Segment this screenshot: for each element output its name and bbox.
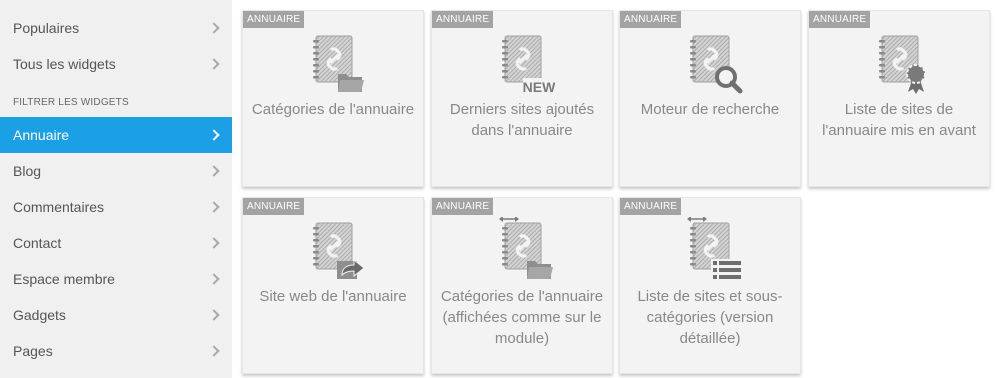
chevron-right-icon bbox=[208, 273, 220, 285]
sidebar-item-label: Espace membre bbox=[13, 271, 115, 287]
sidebar-item-label: Contact bbox=[13, 235, 62, 251]
category-badge: ANNUAIRE bbox=[243, 198, 305, 215]
sidebar-item-label: Blog bbox=[13, 163, 42, 179]
chevron-right-icon bbox=[208, 58, 220, 70]
widget-title: Site web de l'annuaire bbox=[259, 288, 407, 305]
widget-card-liste-sites-sous-categories[interactable]: ANNUAIRE Liste de sites et sous-catégori… bbox=[619, 197, 801, 374]
directory-share-icon bbox=[311, 221, 365, 279]
sidebar-item-blog[interactable]: Blog bbox=[0, 153, 232, 189]
widget-title: Catégories de l'annuaire (affichées comm… bbox=[440, 288, 604, 347]
widget-title: Derniers sites ajoutés dans l'annuaire bbox=[449, 101, 595, 139]
sidebar-item-pages[interactable]: Pages bbox=[0, 333, 232, 369]
sidebar-item-label: Pages bbox=[13, 343, 53, 359]
widget-sidebar: Populaires Tous les widgets FILTRER LES … bbox=[0, 0, 232, 378]
svg-text:NEW: NEW bbox=[523, 79, 555, 95]
widget-title: Liste de sites et sous-catégories (versi… bbox=[637, 288, 783, 347]
category-badge: ANNUAIRE bbox=[809, 11, 871, 28]
sidebar-item-contact[interactable]: Contact bbox=[0, 225, 232, 261]
directory-list-expand-icon bbox=[687, 217, 743, 283]
directory-new-icon: NEW bbox=[500, 34, 555, 95]
chevron-right-icon bbox=[208, 345, 220, 357]
directory-folder-expand-icon bbox=[499, 217, 553, 279]
sidebar-item-tous-les-widgets[interactable]: Tous les widgets bbox=[0, 46, 232, 82]
chevron-right-icon bbox=[208, 165, 220, 177]
chevron-right-icon bbox=[208, 129, 220, 141]
category-badge: ANNUAIRE bbox=[432, 11, 494, 28]
widget-card-categories-module[interactable]: ANNUAIRE Catégories de l'annuaire (affic… bbox=[431, 197, 613, 374]
sidebar-item-annuaire[interactable]: Annuaire bbox=[0, 117, 232, 153]
widget-title: Liste de sites de l'annuaire mis en avan… bbox=[822, 101, 976, 139]
widget-card-moteur-recherche[interactable]: ANNUAIRE Moteur de recherche bbox=[619, 10, 801, 187]
widget-title: Moteur de recherche bbox=[640, 101, 780, 118]
sidebar-item-label: Commentaires bbox=[13, 199, 105, 215]
category-badge: ANNUAIRE bbox=[620, 198, 682, 215]
filter-section-title: FILTRER LES WIDGETS bbox=[13, 97, 129, 108]
widget-card-site-web-annuaire[interactable]: ANNUAIRE Site web de l'annuaire bbox=[242, 197, 424, 374]
sidebar-item-label: Tous les widgets bbox=[13, 56, 116, 72]
sidebar-item-commentaires[interactable]: Commentaires bbox=[0, 189, 232, 225]
sidebar-item-label: Annuaire bbox=[13, 127, 70, 143]
chevron-right-icon bbox=[208, 237, 220, 249]
directory-featured-icon bbox=[877, 34, 926, 94]
sidebar-item-espace-membre[interactable]: Espace membre bbox=[0, 261, 232, 297]
widget-card-derniers-sites[interactable]: ANNUAIRE NEW Derniers sites ajoutés dans… bbox=[431, 10, 613, 187]
sidebar-item-gadgets[interactable]: Gadgets bbox=[0, 297, 232, 333]
category-badge: ANNUAIRE bbox=[432, 198, 494, 215]
chevron-right-icon bbox=[208, 201, 220, 213]
sidebar-item-label: Populaires bbox=[13, 20, 80, 36]
directory-folder-icon bbox=[311, 34, 364, 92]
chevron-right-icon bbox=[208, 309, 220, 321]
category-badge: ANNUAIRE bbox=[620, 11, 682, 28]
chevron-right-icon bbox=[208, 22, 220, 34]
directory-search-icon bbox=[688, 34, 743, 94]
widget-card-categories-annuaire[interactable]: ANNUAIRE Catégories de l'annuaire bbox=[242, 10, 424, 187]
category-badge: ANNUAIRE bbox=[243, 11, 305, 28]
widget-title: Catégories de l'annuaire bbox=[251, 101, 415, 118]
sidebar-item-populaires[interactable]: Populaires bbox=[0, 10, 232, 46]
widget-card-sites-mis-en-avant[interactable]: ANNUAIRE Liste de sites de l'annuaire mi… bbox=[808, 10, 990, 187]
sidebar-item-label: Gadgets bbox=[13, 307, 66, 323]
